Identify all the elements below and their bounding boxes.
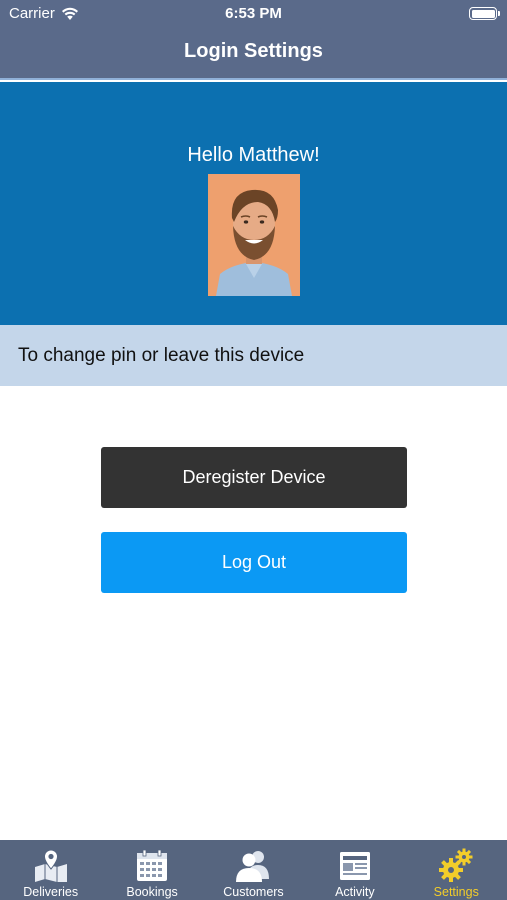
profile-photo — [208, 174, 300, 296]
page-title: Login Settings — [184, 40, 323, 62]
calendar-icon — [137, 849, 168, 881]
tab-customers-label: Customers — [223, 885, 284, 899]
deregister-device-button[interactable]: Deregister Device — [101, 447, 407, 508]
tab-customers[interactable]: Customers — [203, 840, 304, 900]
tab-bookings-label: Bookings — [126, 885, 178, 899]
info-banner: To change pin or leave this device — [0, 325, 507, 386]
tab-activity-label: Activity — [335, 885, 375, 899]
status-bar: Carrier 6:53 PM — [0, 0, 507, 28]
tab-bookings[interactable]: Bookings — [101, 840, 202, 900]
info-text: To change pin or leave this device — [18, 345, 305, 366]
gears-icon — [439, 848, 473, 882]
avatar — [208, 174, 300, 296]
log-out-button[interactable]: Log Out — [101, 532, 407, 593]
tab-settings-label: Settings — [433, 885, 479, 899]
newspaper-icon — [339, 852, 370, 880]
tab-activity[interactable]: Activity — [304, 840, 405, 900]
map-pin-icon — [34, 849, 67, 882]
deregister-device-label: Deregister Device — [182, 467, 326, 487]
tab-deliveries[interactable]: Deliveries — [0, 840, 101, 900]
log-out-label: Log Out — [221, 552, 287, 572]
greeting-text: Hello Matthew! — [187, 144, 320, 166]
battery-icon — [469, 7, 500, 20]
status-time: 6:53 PM — [225, 5, 282, 22]
navigation-bar: Carrier 6:53 PM Login Settings — [0, 0, 507, 80]
tab-settings[interactable]: Settings — [406, 840, 507, 900]
people-icon — [236, 851, 270, 882]
tab-deliveries-label: Deliveries — [23, 885, 79, 899]
tab-bar: Deliveries Bookings Customers Activity S… — [0, 840, 507, 900]
profile-header: Hello Matthew! — [0, 82, 507, 325]
